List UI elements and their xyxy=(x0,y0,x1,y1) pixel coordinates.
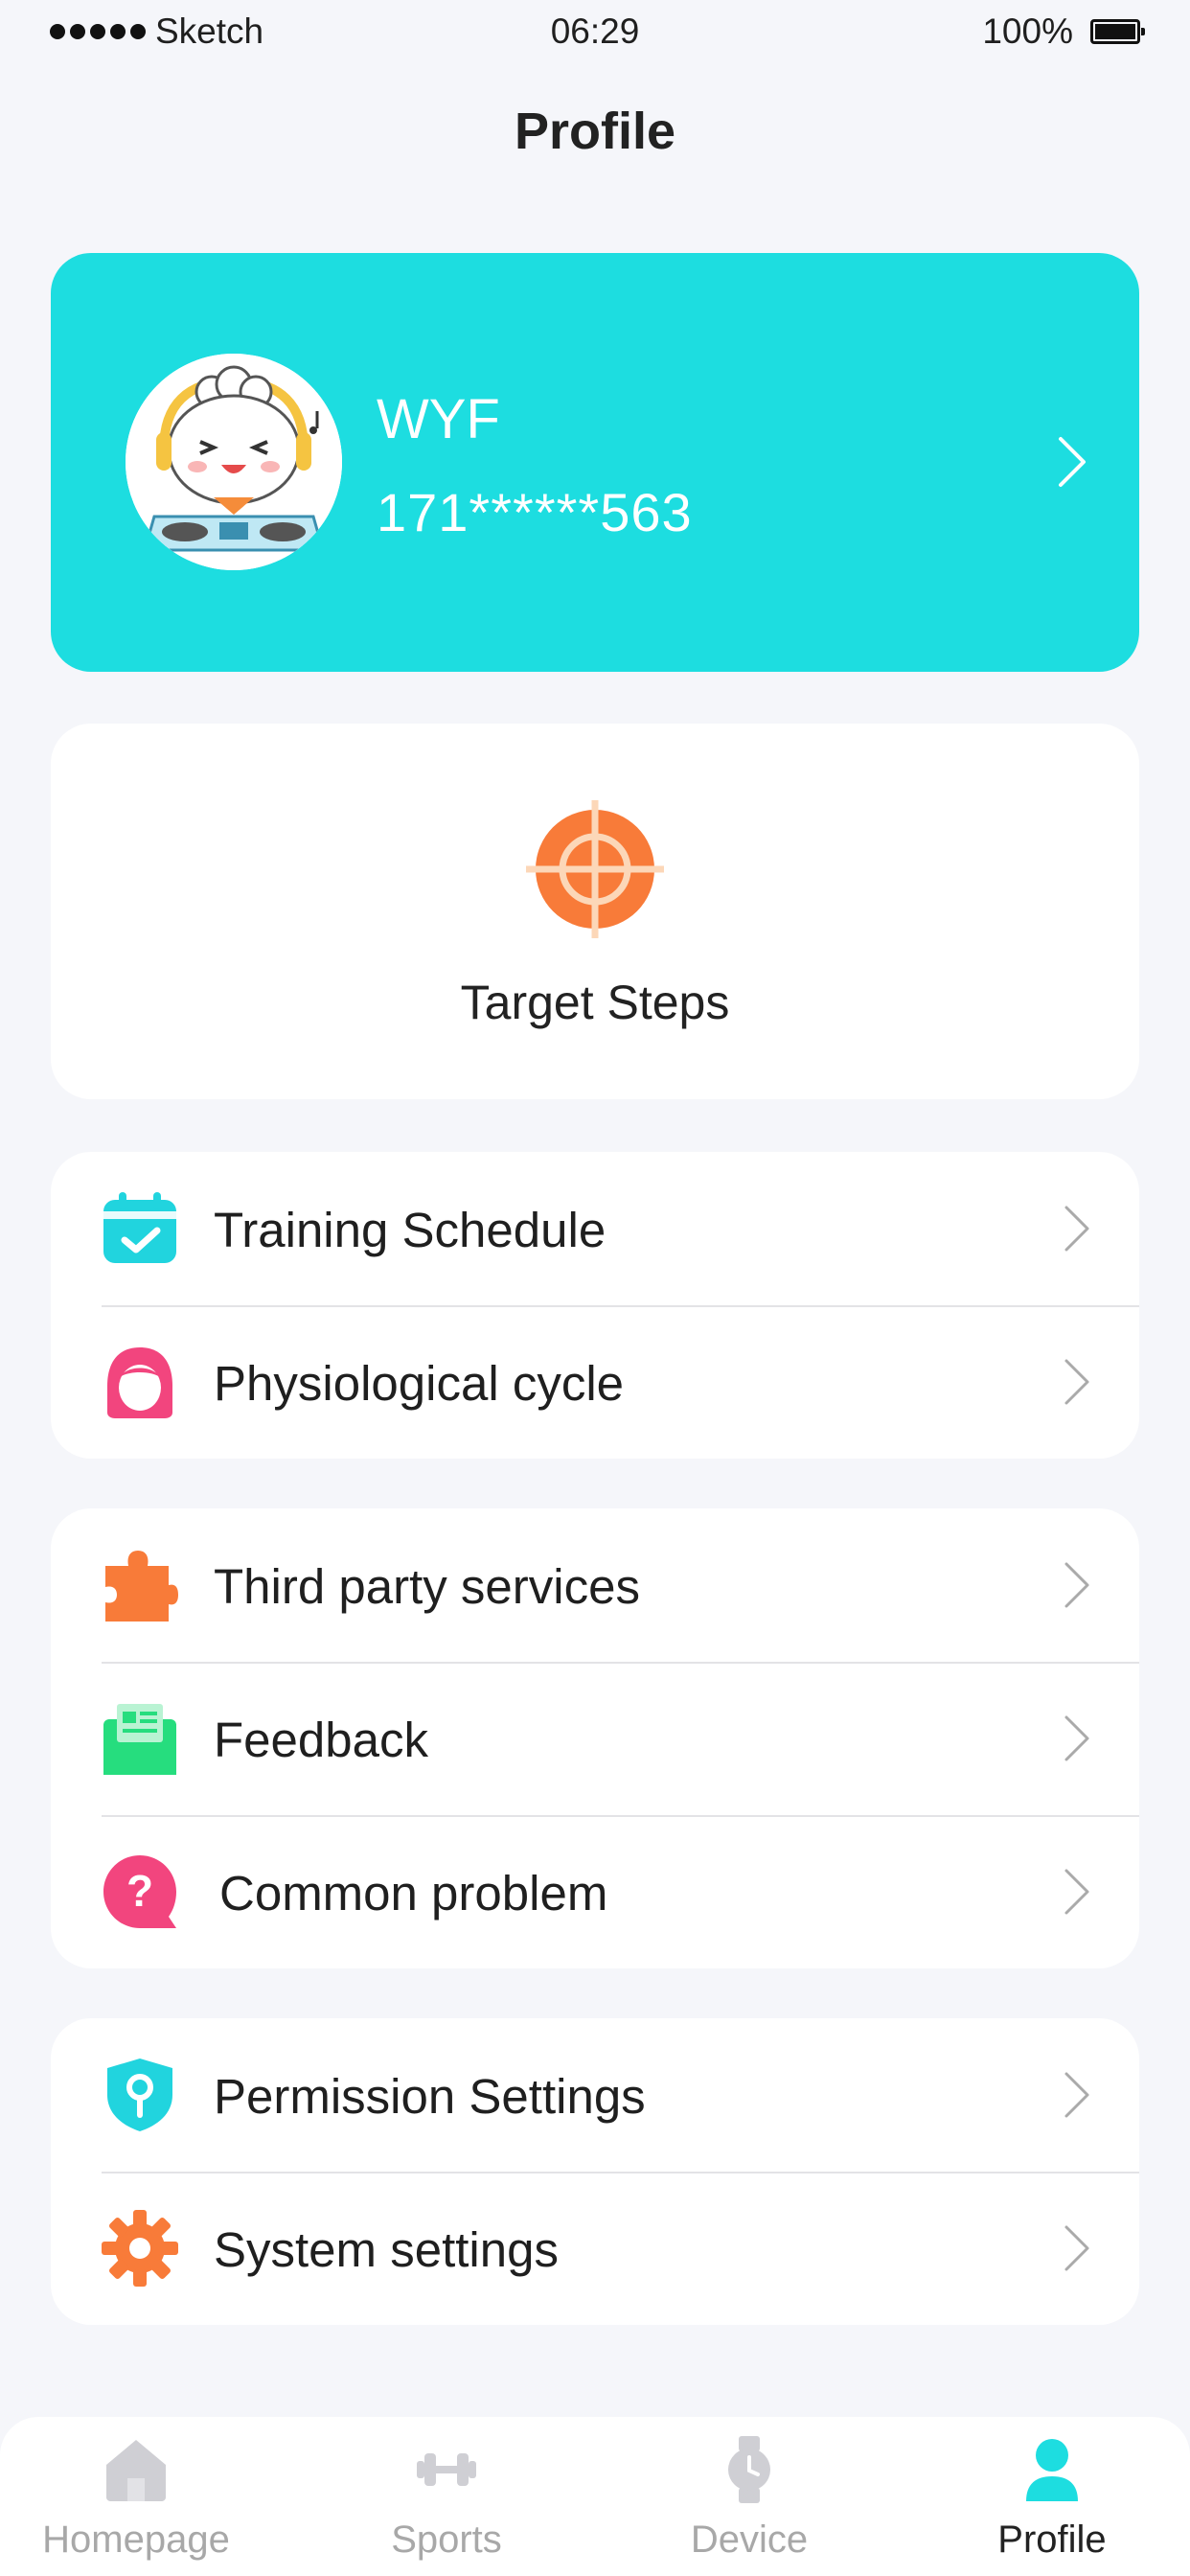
tab-label: Sports xyxy=(391,2518,502,2561)
puzzle-icon xyxy=(105,1551,178,1622)
menu-item-label: System settings xyxy=(214,2222,559,2277)
user-name: WYF xyxy=(377,388,500,450)
tab-sports[interactable]: Sports xyxy=(332,2436,561,2570)
tab-label: Profile xyxy=(997,2518,1107,2561)
chevron-right-icon xyxy=(1064,1869,1089,1915)
chevron-right-icon xyxy=(1064,1359,1089,1405)
menu-item-training-schedule[interactable]: Training Schedule xyxy=(51,1152,1139,1305)
menu-item-label: Permission Settings xyxy=(214,2069,646,2124)
status-bar: Sketch 06:29 100% xyxy=(0,0,1190,63)
menu-item-label: Training Schedule xyxy=(214,1203,606,1257)
menu-item-label: Physiological cycle xyxy=(214,1356,625,1411)
svg-text:?: ? xyxy=(126,1866,153,1916)
tab-label: Device xyxy=(690,2518,809,2561)
user-phone: 171******563 xyxy=(377,482,693,542)
tab-homepage[interactable]: Homepage xyxy=(21,2436,251,2570)
question-icon: ? xyxy=(103,1855,176,1928)
battery-label: 100% xyxy=(982,12,1073,51)
avatar-cartoon-icon xyxy=(126,354,342,570)
home-icon xyxy=(106,2440,166,2501)
menu-item-third-party-services[interactable]: Third party services xyxy=(51,1508,1139,1662)
gear-icon xyxy=(102,2210,178,2287)
profile-card[interactable]: WYF 171******563 xyxy=(51,253,1139,672)
tab-profile[interactable]: Profile xyxy=(937,2436,1167,2570)
target-icon xyxy=(526,800,664,938)
chevron-right-icon xyxy=(1064,2225,1089,2271)
menu-group-settings: Permission Settings System settings xyxy=(51,2018,1139,2325)
shield-key-icon xyxy=(107,2058,172,2131)
menu-item-system-settings[interactable]: System settings xyxy=(51,2172,1139,2325)
menu-item-label: Third party services xyxy=(214,1559,640,1614)
chevron-right-icon xyxy=(1064,1715,1089,1761)
page-title: Profile xyxy=(514,103,676,160)
status-battery: 100% xyxy=(982,12,1145,52)
chevron-right-icon xyxy=(1064,1206,1089,1252)
menu-group-health: Training Schedule Physiological cycle xyxy=(51,1152,1139,1459)
chevron-right-icon[interactable] xyxy=(1053,433,1091,491)
battery-icon xyxy=(1090,19,1145,44)
menu-item-label: Common problem xyxy=(219,1866,608,1920)
tab-device[interactable]: Device xyxy=(634,2436,864,2570)
target-steps-label: Target Steps xyxy=(460,976,730,1029)
tab-bar: Homepage Sports Device Profile xyxy=(0,2417,1190,2576)
woman-face-icon xyxy=(107,1347,172,1418)
chevron-right-icon xyxy=(1064,2072,1089,2118)
menu-group-services: Third party services Feedback ? Common p… xyxy=(51,1508,1139,1968)
menu-item-physiological-cycle[interactable]: Physiological cycle xyxy=(51,1305,1139,1459)
menu-item-label: Feedback xyxy=(214,1713,428,1767)
dumbbell-icon xyxy=(417,2453,476,2486)
chevron-right-icon xyxy=(1064,1562,1089,1608)
menu-item-common-problem[interactable]: ? Common problem xyxy=(51,1815,1139,1968)
menu-item-feedback[interactable]: Feedback xyxy=(51,1662,1139,1815)
tab-label: Homepage xyxy=(42,2518,230,2561)
watch-icon xyxy=(728,2436,770,2503)
menu-item-permission-settings[interactable]: Permission Settings xyxy=(51,2018,1139,2172)
person-icon xyxy=(1026,2439,1078,2501)
mail-icon xyxy=(103,1704,176,1775)
calendar-check-icon xyxy=(103,1192,176,1263)
target-steps-card[interactable]: Target Steps xyxy=(51,724,1139,1099)
avatar[interactable] xyxy=(126,354,342,570)
